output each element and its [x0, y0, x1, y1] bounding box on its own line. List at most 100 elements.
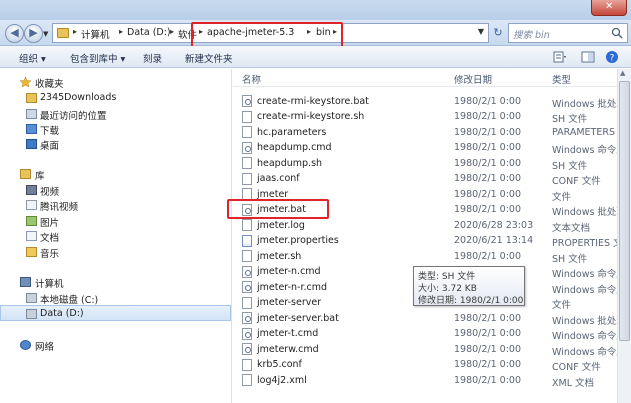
sidebar-item-downloads[interactable]: 下载 [0, 121, 231, 137]
sidebar-item-label: 2345Downloads [40, 92, 117, 103]
sidebar-item-label: 图片 [40, 218, 60, 229]
sidebar-item-pictures[interactable]: 图片 [0, 213, 231, 229]
file-type: SH 文件 [552, 114, 588, 125]
organize-menu-button[interactable]: 组织 ▾ [19, 51, 46, 65]
file-name: jmeter.log [257, 219, 305, 231]
table-row[interactable]: log4j2.xml 1980/2/1 0:00 XML 文档 [233, 373, 617, 389]
folder-icon [57, 28, 69, 38]
table-row[interactable]: jmeter.properties 2020/6/21 13:14 PROPERTI… [233, 234, 617, 249]
table-row[interactable]: krb5.conf 1980/2/1 0:00 CONF 文件 [233, 358, 617, 373]
sidebar-item-videos[interactable]: 视频 [0, 182, 231, 198]
file-icon [242, 126, 252, 138]
file-name: create-rmi-keystore.bat [257, 95, 369, 107]
sidebar-item-computer[interactable]: 计算机 [0, 274, 231, 290]
file-date: 1980/2/1 0:00 [454, 204, 522, 215]
column-header-date[interactable]: 修改日期 [454, 72, 492, 86]
sidebar-item-documents[interactable]: 文档 [0, 228, 231, 244]
breadcrumb-computer[interactable]: 计算机 [81, 27, 110, 41]
sidebar-item-label: 音乐 [40, 249, 60, 260]
sidebar-item-label: 计算机 [35, 279, 64, 290]
file-name: jmeterw.cmd [257, 343, 319, 355]
file-name: log4j2.xml [257, 374, 307, 386]
table-row[interactable]: jmeter-t.cmd 1980/2/1 0:00 Windows 命令脚本 [233, 327, 617, 342]
sidebar-item-2345downloads[interactable]: 2345Downloads [0, 90, 231, 106]
table-row[interactable]: jmeter.log 2020/6/28 23:03 文本文档 [233, 218, 617, 234]
video-icon [26, 185, 37, 195]
file-type: Windows 批处理 [552, 98, 617, 110]
recent-places-icon [26, 109, 37, 119]
file-name: jmeter-n-r.cmd [257, 281, 328, 293]
preview-pane-icon[interactable] [581, 50, 595, 64]
scroll-up-icon[interactable]: ▲ [620, 69, 625, 77]
breadcrumb-data-drive[interactable]: Data (D:) [127, 27, 171, 38]
sidebar-item-recent-places[interactable]: 最近访问的位置 [0, 106, 231, 122]
sidebar-item-favorites[interactable]: 收藏夹 [0, 74, 231, 90]
help-icon[interactable]: ? [605, 50, 619, 64]
file-info-tooltip: 类型: SH 文件 大小: 3.72 KB 修改日期: 1980/2/1 0:0… [413, 266, 525, 306]
table-row[interactable]: jmeter-server.bat 1980/2/1 0:00 Windows 批处… [233, 311, 617, 327]
library-icon [20, 169, 31, 179]
file-type: 文件 [552, 191, 572, 203]
sidebar-item-music[interactable]: 音乐 [0, 244, 231, 260]
include-in-library-label: 包含到库中 [70, 54, 118, 65]
sidebar-item-libraries[interactable]: 库 [0, 166, 231, 182]
vertical-scrollbar[interactable]: ▲ [617, 69, 631, 403]
view-options-icon[interactable] [553, 50, 567, 64]
sidebar-item-data-d[interactable]: Data (D:) [0, 305, 231, 321]
file-type: Windows 批处理 [552, 315, 617, 327]
close-window-button[interactable] [591, 0, 627, 16]
chevron-right-icon[interactable]: ▸ [73, 27, 77, 36]
new-folder-button[interactable]: 新建文件夹 [185, 51, 233, 65]
chevron-right-icon[interactable]: ▸ [170, 27, 174, 36]
back-button[interactable]: ◀ [5, 24, 24, 43]
file-date: 1980/2/1 0:00 [454, 111, 522, 122]
sidebar-item-label: 桌面 [40, 141, 60, 152]
file-name: jmeter-n.cmd [257, 266, 321, 277]
svg-text:?: ? [610, 54, 615, 64]
recent-pages-chevron-down-icon[interactable]: ▼ [43, 30, 48, 38]
burn-button[interactable]: 刻录 [143, 51, 162, 65]
table-row[interactable]: jaas.conf 1980/2/1 0:00 CONF 文件 [233, 172, 617, 187]
include-in-library-button[interactable]: 包含到库中 ▾ [70, 51, 125, 65]
download-icon [26, 124, 37, 134]
forward-button[interactable]: ▶ [24, 24, 43, 43]
file-type: Windows 命令脚本 [552, 346, 617, 358]
table-row[interactable]: hc.parameters 1980/2/1 0:00 PARAMETERS [233, 125, 617, 141]
table-row[interactable]: create-rmi-keystore.sh 1980/2/1 0:00 SH 文件 [233, 110, 617, 125]
file-icon [242, 172, 252, 185]
table-row[interactable]: heapdump.sh 1980/2/1 0:00 SH 文件 [233, 156, 617, 172]
navigation-pane: 收藏夹 2345Downloads 最近访问的位置 下载 桌面 库 视频 腾讯视… [0, 69, 232, 403]
refresh-icon[interactable]: ↻ [491, 25, 505, 41]
column-header-name[interactable]: 名称 [242, 72, 261, 86]
file-date: 2020/6/21 13:14 [454, 235, 534, 246]
file-icon [242, 157, 252, 169]
search-input[interactable]: 搜索 bin [508, 23, 628, 43]
scrollbar-thumb[interactable] [619, 81, 630, 341]
file-icon [242, 250, 252, 262]
sidebar-item-tencent-video[interactable]: 腾讯视频 [0, 197, 231, 213]
file-name: heapdump.sh [257, 157, 323, 169]
chevron-right-icon[interactable]: ▸ [119, 27, 123, 36]
table-row[interactable]: jmeterw.cmd 1980/2/1 0:00 Windows 命令脚本 [233, 342, 617, 358]
command-toolbar: 组织 ▾ 包含到库中 ▾ 刻录 新建文件夹 ? [0, 46, 631, 68]
file-name: jaas.conf [257, 173, 300, 184]
file-type: CONF 文件 [552, 362, 601, 373]
address-history-chevron-down-icon[interactable]: ▼ [478, 27, 484, 36]
script-file-icon [242, 343, 252, 355]
sidebar-item-label: 网络 [35, 342, 55, 353]
sidebar-item-label: 腾讯视频 [40, 202, 79, 213]
column-header-type[interactable]: 类型 [552, 72, 571, 86]
file-type: Windows 命令脚本 [552, 269, 617, 280]
search-icon[interactable] [611, 27, 623, 39]
sidebar-item-desktop[interactable]: 桌面 [0, 136, 231, 152]
sidebar-item-network[interactable]: 网络 [0, 337, 231, 353]
table-row[interactable]: heapdump.cmd 1980/2/1 0:00 Windows 命令脚本 [233, 141, 617, 156]
file-icon [242, 110, 252, 123]
file-date: 1980/2/1 0:00 [454, 173, 522, 184]
sidebar-item-local-disk-c[interactable]: 本地磁盘 (C:) [0, 290, 231, 306]
file-date: 1980/2/1 0:00 [454, 312, 522, 324]
table-row[interactable]: jmeter.sh 1980/2/1 0:00 SH 文件 [233, 249, 617, 265]
table-row[interactable]: create-rmi-keystore.bat 1980/2/1 0:00 Wind… [233, 94, 617, 110]
computer-icon [20, 277, 31, 287]
script-file-icon [242, 141, 252, 154]
